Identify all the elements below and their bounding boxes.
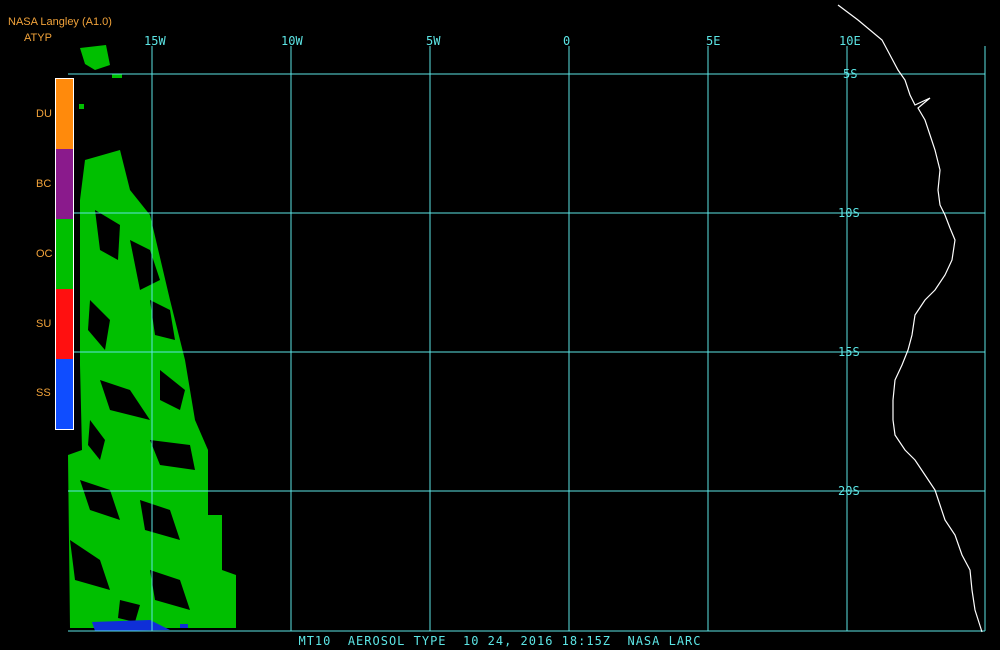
lon-label: 5E [706,34,720,48]
legend-swatch-su [56,289,73,359]
legend-label-oc: OC [36,248,53,260]
aerosol-map: 15W 10W 5W 0 5E 10E 5S 10S 15S 20S [68,4,986,633]
lon-label: 5W [426,34,441,48]
lat-label: 5S [843,67,857,81]
legend-label-ss: SS [36,387,51,399]
lon-label: 10E [839,34,861,48]
map-footer-caption: MT10 AEROSOL TYPE 10 24, 2016 18:15Z NAS… [298,634,702,648]
legend-label-su: SU [36,318,52,330]
product-name: ATYP [24,32,52,44]
coastline [837,4,983,633]
legend-swatch-du [56,79,73,149]
lon-label: 0 [563,34,570,48]
legend-label-bc: BC [36,178,52,190]
color-legend [55,78,74,430]
legend-label-du: DU [36,108,52,120]
legend-swatch-oc [56,219,73,289]
legend-swatch-ss [56,359,73,429]
lat-label: 15S [838,345,860,359]
lat-label: 10S [838,206,860,220]
app-title: NASA Langley (A1.0) [8,16,112,28]
lon-label: 15W [144,34,166,48]
legend-swatch-bc [56,149,73,219]
lat-label: 20S [838,484,860,498]
lon-label: 10W [281,34,303,48]
